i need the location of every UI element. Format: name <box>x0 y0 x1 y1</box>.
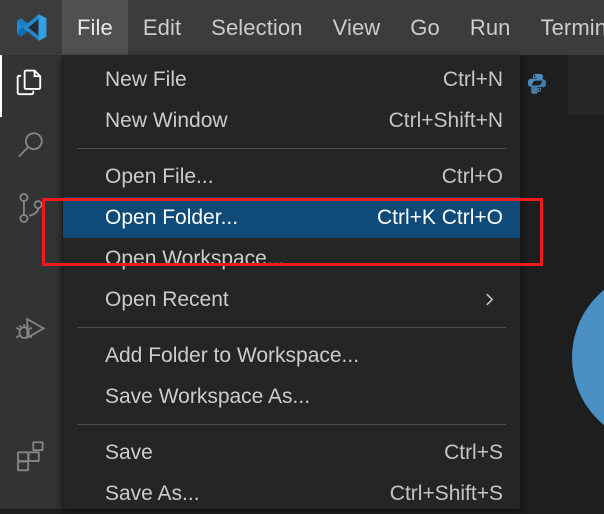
menu-separator <box>77 327 506 328</box>
menubar-item-view[interactable]: View <box>318 0 396 55</box>
extensions-blocks-icon <box>14 439 48 478</box>
vscode-window: De <box>0 0 604 509</box>
menu-item-accelerator: Ctrl+O <box>442 165 503 189</box>
menubar-label: Go <box>410 15 440 41</box>
menubar-label: Selection <box>211 15 302 41</box>
menu-item-accelerator: Ctrl+K Ctrl+O <box>377 206 503 230</box>
sidebar-item-search[interactable] <box>0 117 62 179</box>
python-file-icon <box>526 72 548 99</box>
menu-bar: File Edit Selection View Go Run Terminal <box>62 0 604 55</box>
run-and-debug-icon <box>13 314 49 355</box>
menu-item-save-workspace-as[interactable]: Save Workspace As... <box>63 376 520 417</box>
welcome-logo-circle <box>572 270 604 445</box>
menu-item-label: New Window <box>105 109 228 133</box>
menu-item-label: Save Workspace As... <box>105 385 310 409</box>
menubar-label: Terminal <box>541 15 604 41</box>
menu-item-accelerator: Ctrl+Shift+N <box>389 109 503 133</box>
menu-item-accelerator: Ctrl+S <box>444 441 503 465</box>
title-bar: File Edit Selection View Go Run Terminal <box>0 0 604 55</box>
sidebar-item-extensions[interactable] <box>0 427 62 489</box>
menu-item-open-folder[interactable]: Open Folder... Ctrl+K Ctrl+O <box>63 197 520 238</box>
menubar-label: View <box>333 15 381 41</box>
menu-separator <box>77 424 506 425</box>
menubar-item-run[interactable]: Run <box>455 0 526 55</box>
sidebar-item-run-and-debug[interactable] <box>0 303 62 365</box>
file-dropdown-menu: New File Ctrl+N New Window Ctrl+Shift+N … <box>63 55 520 509</box>
sidebar-item-source-control[interactable] <box>0 179 62 241</box>
menu-item-new-file[interactable]: New File Ctrl+N <box>63 59 520 100</box>
vscode-logo-icon <box>0 0 62 55</box>
menubar-item-selection[interactable]: Selection <box>196 0 317 55</box>
menu-item-save[interactable]: Save Ctrl+S <box>63 432 520 473</box>
menubar-item-file[interactable]: File <box>62 0 128 55</box>
menubar-item-edit[interactable]: Edit <box>128 0 196 55</box>
menubar-item-go[interactable]: Go <box>395 0 455 55</box>
menubar-label: File <box>77 15 113 41</box>
menu-item-open-file[interactable]: Open File... Ctrl+O <box>63 156 520 197</box>
menu-item-save-as[interactable]: Save As... Ctrl+Shift+S <box>63 473 520 514</box>
menu-item-accelerator: Ctrl+N <box>443 68 503 92</box>
menu-item-label: Add Folder to Workspace... <box>105 344 359 368</box>
activity-bar <box>0 55 62 509</box>
menu-item-label: Open File... <box>105 165 214 189</box>
menu-item-label: New File <box>105 68 187 92</box>
menu-item-open-recent[interactable]: Open Recent <box>63 279 520 320</box>
menu-item-label: Open Folder... <box>105 206 238 230</box>
chevron-right-icon <box>481 291 498 308</box>
search-icon <box>14 129 48 168</box>
menu-item-label: Save As... <box>105 482 200 506</box>
source-control-branch-icon <box>14 191 48 230</box>
menu-item-label: Save <box>105 441 153 465</box>
files-icon <box>14 67 48 106</box>
menu-item-new-window[interactable]: New Window Ctrl+Shift+N <box>63 100 520 141</box>
editor-tab[interactable] <box>514 55 568 115</box>
menu-item-label: Open Workspace... <box>105 247 284 271</box>
menubar-label: Run <box>470 15 511 41</box>
menubar-label: Edit <box>143 15 181 41</box>
menu-item-accelerator: Ctrl+Shift+S <box>390 482 503 506</box>
menu-separator <box>77 148 506 149</box>
menu-item-label: Open Recent <box>105 288 229 312</box>
menu-item-open-workspace[interactable]: Open Workspace... <box>63 238 520 279</box>
sidebar-item-explorer[interactable] <box>0 55 62 117</box>
menu-item-add-folder-to-workspace[interactable]: Add Folder to Workspace... <box>63 335 520 376</box>
menubar-item-terminal[interactable]: Terminal <box>526 0 604 55</box>
